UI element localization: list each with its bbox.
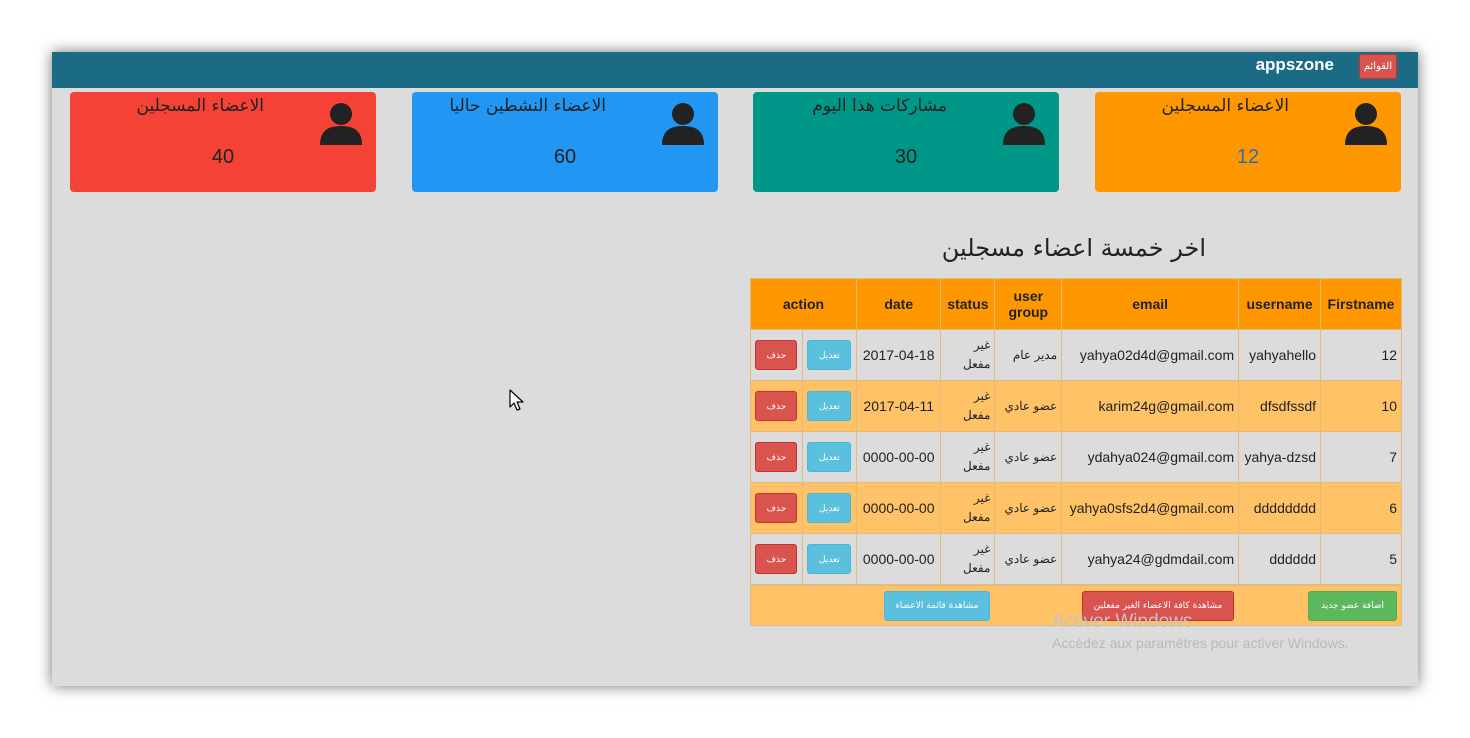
firstname-cell: 7 (1320, 431, 1402, 483)
column-header-email: email (1061, 278, 1240, 330)
latest-members-table: action date status user group email user… (750, 278, 1402, 585)
stat-card-value: 40 (211, 146, 235, 168)
view-members-list-button[interactable]: مشاهدة قائمة الاعضاء (884, 591, 990, 621)
column-header-user-group: user group (994, 278, 1063, 330)
user-group-cell: عضو عادي (994, 482, 1063, 534)
delete-button[interactable]: حذف (755, 544, 798, 574)
delete-button[interactable]: حذف (755, 391, 798, 421)
stat-card-title: الاعضاء المسجلين (136, 96, 264, 116)
date-cell: 2017-04-11 (855, 380, 942, 432)
stat-card-registered-alt: الاعضاء المسجلين 12 (1095, 92, 1401, 192)
date-cell: 0000-00-00 (855, 431, 942, 483)
email-cell: karim24g@gmail.com (1061, 380, 1240, 432)
firstname-cell: 6 (1320, 482, 1402, 534)
stat-card-title: الاعضاء المسجلين (1161, 96, 1289, 116)
edit-button[interactable]: تعديل (807, 340, 852, 370)
edit-button[interactable]: تعديل (807, 391, 852, 421)
edit-button[interactable]: تعديل (807, 544, 852, 574)
status-cell: غير مفعل (940, 380, 996, 432)
stat-card-value: 60 (553, 146, 577, 168)
edit-button[interactable]: تعديل (807, 442, 852, 472)
user-group-cell: عضو عادي (994, 380, 1063, 432)
edit-cell: تعديل (801, 533, 857, 585)
column-header-firstname: Firstname (1320, 278, 1402, 330)
delete-cell: حذف (750, 380, 803, 432)
delete-cell: حذف (750, 329, 803, 381)
edit-cell: تعديل (801, 329, 857, 381)
top-navbar: appszone القوائم (52, 52, 1418, 88)
table-row: حذف تعديل 0000-00-00 غير مفعل عضو عادي y… (750, 431, 1402, 483)
edit-button[interactable]: تعديل (807, 493, 852, 523)
email-cell: yahya02d4d@gmail.com (1061, 329, 1240, 381)
edit-cell: تعديل (801, 380, 857, 432)
table-row: حذف تعديل 2017-04-18 غير مفعل مدير عام y… (750, 329, 1402, 381)
delete-button[interactable]: حذف (755, 442, 798, 472)
user-group-cell: مدير عام (994, 329, 1063, 381)
column-header-action: action (750, 278, 857, 330)
username-cell: yahya-dzsd (1238, 431, 1322, 483)
table-row: حذف تعديل 0000-00-00 غير مفعل عضو عادي y… (750, 533, 1402, 585)
user-silhouette-icon (1345, 103, 1387, 145)
menu-button[interactable]: القوائم (1359, 54, 1397, 79)
stat-card-posts-today: مشاركات هذا اليوم 30 (753, 92, 1059, 192)
table-row: حذف تعديل 0000-00-00 غير مفعل عضو عادي y… (750, 482, 1402, 534)
watermark-subtitle: Accédez aux paramètres pour activer Wind… (1052, 635, 1349, 651)
user-silhouette-icon (662, 103, 704, 145)
status-cell: غير مفعل (940, 533, 996, 585)
latest-members-title: اخر خمسة اعضاء مسجلين (941, 234, 1206, 262)
table-header-row: action date status user group email user… (750, 278, 1402, 330)
user-silhouette-icon (1003, 103, 1045, 145)
delete-cell: حذف (750, 431, 803, 483)
date-cell: 0000-00-00 (855, 533, 942, 585)
firstname-cell: 10 (1320, 380, 1402, 432)
status-cell: غير مفعل (940, 431, 996, 483)
status-cell: غير مفعل (940, 329, 996, 381)
stat-card-value: 30 (894, 146, 918, 168)
app-window: appszone القوائم الاعضاء المسجلين 40 الا… (52, 52, 1418, 686)
email-cell: yahya0sfs2d4@gmail.com (1061, 482, 1240, 534)
edit-cell: تعديل (801, 431, 857, 483)
delete-cell: حذف (750, 482, 803, 534)
user-group-cell: عضو عادي (994, 431, 1063, 483)
date-cell: 0000-00-00 (855, 482, 942, 534)
stat-card-registered: الاعضاء المسجلين 40 (70, 92, 376, 192)
stat-card-active: الاعضاء النشطين حاليا 60 (412, 92, 718, 192)
stat-card-title: مشاركات هذا اليوم (812, 96, 947, 116)
column-header-status: status (940, 278, 996, 330)
firstname-cell: 12 (1320, 329, 1402, 381)
email-cell: ydahya024@gmail.com (1061, 431, 1240, 483)
date-cell: 2017-04-18 (855, 329, 942, 381)
username-cell: dfsdfssdf (1238, 380, 1322, 432)
username-cell: dddddd (1238, 533, 1322, 585)
stat-card-title: الاعضاء النشطين حاليا (449, 96, 606, 116)
watermark-title: Activer Windows (1052, 611, 1193, 632)
delete-button[interactable]: حذف (755, 493, 798, 523)
delete-button[interactable]: حذف (755, 340, 798, 370)
status-cell: غير مفعل (940, 482, 996, 534)
username-cell: dddddddd (1238, 482, 1322, 534)
username-cell: yahyahello (1238, 329, 1322, 381)
firstname-cell: 5 (1320, 533, 1402, 585)
column-header-date: date (855, 278, 942, 330)
user-silhouette-icon (320, 103, 362, 145)
user-group-cell: عضو عادي (994, 533, 1063, 585)
edit-cell: تعديل (801, 482, 857, 534)
delete-cell: حذف (750, 533, 803, 585)
mouse-cursor-icon (509, 389, 524, 411)
brand-logo[interactable]: appszone (1256, 55, 1334, 75)
email-cell: yahya24@gdmdail.com (1061, 533, 1240, 585)
table-row: حذف تعديل 2017-04-11 غير مفعل عضو عادي k… (750, 380, 1402, 432)
column-header-username: username (1238, 278, 1322, 330)
windows-activation-watermark: Activer Windows Accédez aux paramètres p… (1052, 611, 1348, 651)
stat-card-value[interactable]: 12 (1095, 146, 1401, 169)
